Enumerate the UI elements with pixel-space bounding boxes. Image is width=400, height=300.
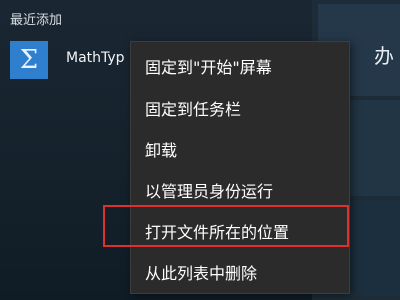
tile-label: 办 [374, 44, 394, 68]
sigma-icon: Σ [19, 45, 39, 75]
recently-added-header: 最近添加 [10, 13, 63, 28]
app-name: MathTyp [66, 50, 125, 66]
menu-item-remove-from-list[interactable]: 从此列表中删除 [131, 253, 349, 294]
menu-item-run-as-admin[interactable]: 以管理员身份运行 [131, 171, 349, 212]
context-menu: 固定到"开始"屏幕 固定到任务栏 卸载 以管理员身份运行 打开文件所在的位置 从… [130, 41, 350, 294]
app-tile: Σ [10, 41, 48, 79]
menu-item-pin-to-taskbar[interactable]: 固定到任务栏 [131, 89, 349, 130]
menu-item-pin-to-start[interactable]: 固定到"开始"屏幕 [131, 47, 349, 88]
recent-app-mathtype[interactable]: Σ MathTyp [0, 40, 150, 80]
menu-item-open-file-location[interactable]: 打开文件所在的位置 [131, 212, 349, 253]
menu-item-uninstall[interactable]: 卸载 [131, 130, 349, 171]
